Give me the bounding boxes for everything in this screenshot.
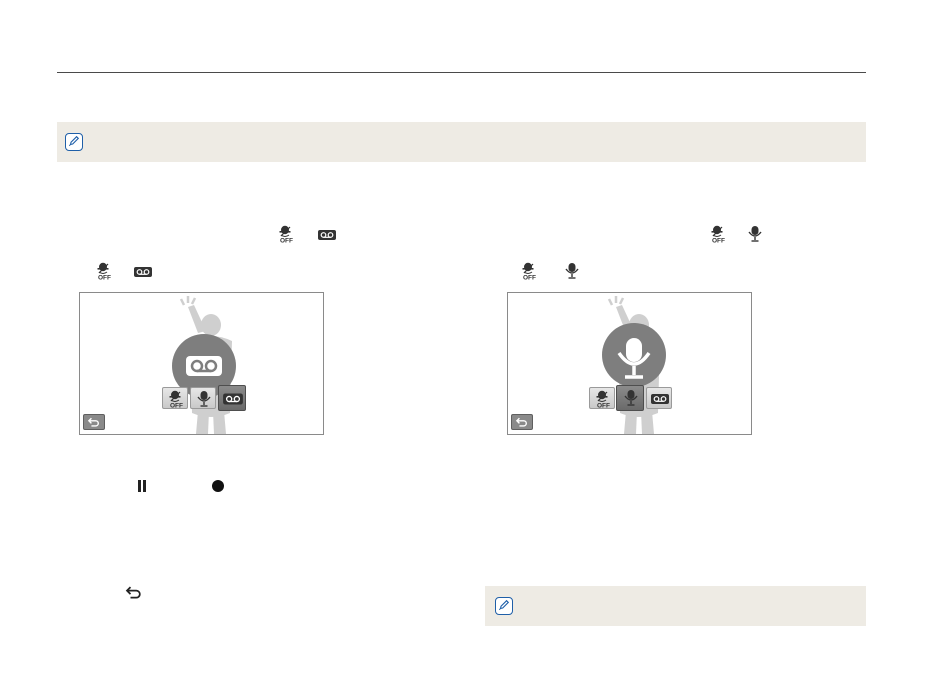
voice-memo-mode-button[interactable] [218,385,246,411]
voice-memo-icon [317,228,337,242]
voice-off-icon [519,262,539,280]
note-pencil-icon [495,597,513,615]
person-figure-illustration [602,296,666,434]
voice-off-mode-button[interactable] [162,387,188,409]
voice-off-icon [276,225,296,243]
note-bar-bottom [485,586,866,626]
camera-screen-voice-memo [79,292,324,435]
voice-off-icon [94,262,114,280]
back-button[interactable] [511,414,533,430]
back-icon [125,586,141,599]
header-rule [57,72,866,73]
voice-record-icon [562,262,582,280]
note-pencil-icon [65,133,83,151]
camera-screen-voice-record [507,292,752,435]
person-figure-illustration [172,296,236,434]
record-icon [212,480,224,492]
note-bar-top [57,122,866,162]
pause-icon [137,480,147,492]
voice-record-mode-button[interactable] [616,385,644,411]
voice-off-icon [708,225,728,243]
back-button[interactable] [83,414,105,430]
voice-memo-mode-button[interactable] [646,387,672,409]
voice-off-mode-button[interactable] [589,387,615,409]
voice-memo-icon [133,265,153,279]
voice-record-mode-button[interactable] [190,387,216,409]
voice-record-icon [745,225,765,243]
